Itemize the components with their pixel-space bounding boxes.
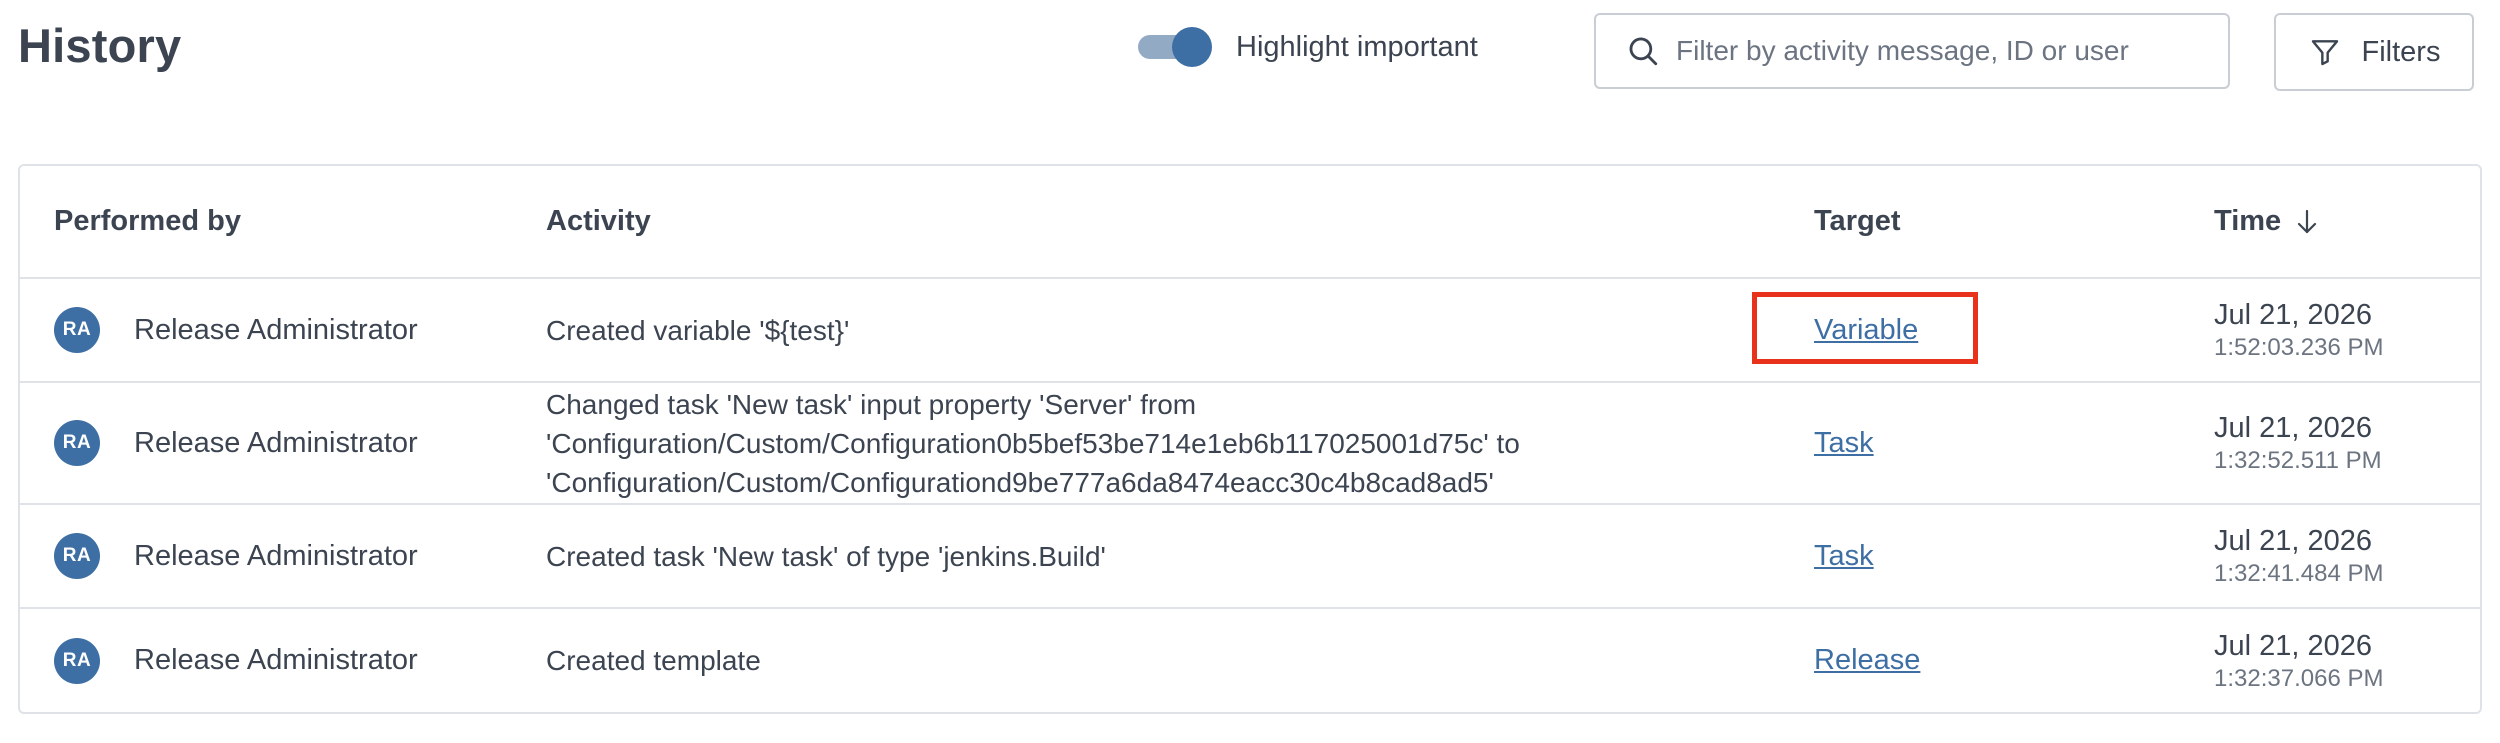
time-date: Jul 21, 2026 xyxy=(2214,629,2373,662)
avatar: RA xyxy=(54,420,100,466)
filters-button-label: Filters xyxy=(2361,35,2441,68)
time-cell: Jul 21, 2026 1:32:37.066 PM xyxy=(2214,609,2383,712)
performed-by-cell: RA Release Administrator xyxy=(54,279,418,381)
time-clock: 1:52:03.236 PM xyxy=(2214,334,2384,361)
activity-text: Created task 'New task' of type 'jenkins… xyxy=(546,540,1106,572)
time-clock: 1:32:52.511 PM xyxy=(2214,447,2382,474)
target-cell: Release xyxy=(1814,609,1920,712)
highlight-important-label: Highlight important xyxy=(1236,30,1478,63)
time-clock: 1:32:41.484 PM xyxy=(2214,560,2384,587)
page-title: History xyxy=(18,19,182,72)
column-header-target: Target xyxy=(1814,205,1901,237)
table-row: RA Release Administrator Changed task 'N… xyxy=(20,383,2480,505)
user-name: Release Administrator xyxy=(134,539,418,572)
column-header-time-label: Time xyxy=(2214,205,2282,237)
user-name: Release Administrator xyxy=(134,644,418,676)
user-name: Release Administrator xyxy=(134,313,418,346)
history-table: Performed by Activity Target Time RA Rel… xyxy=(18,164,2482,714)
filters-button[interactable]: Filters xyxy=(2274,13,2474,91)
column-header-activity: Activity xyxy=(546,205,651,237)
search-input[interactable] xyxy=(1676,35,2206,67)
time-date: Jul 21, 2026 xyxy=(2214,412,2373,444)
activity-cell: Created task 'New task' of type 'jenkins… xyxy=(546,505,1726,607)
performed-by-cell: RA Release Administrator xyxy=(54,609,418,712)
target-cell: Task xyxy=(1814,383,1874,503)
search-icon xyxy=(1624,32,1662,70)
target-link-release[interactable]: Release xyxy=(1814,644,1920,677)
performed-by-cell: RA Release Administrator xyxy=(54,383,418,503)
table-header: Performed by Activity Target Time xyxy=(20,166,2480,279)
target-link-task[interactable]: Task xyxy=(1814,540,1874,573)
time-cell: Jul 21, 2026 1:32:52.511 PM xyxy=(2214,383,2382,503)
time-clock: 1:32:37.066 PM xyxy=(2214,664,2384,692)
avatar: RA xyxy=(54,307,100,353)
target-link-task[interactable]: Task xyxy=(1814,427,1874,460)
activity-cell: Created variable '${test}' xyxy=(546,279,1726,381)
column-header-performed-by: Performed by xyxy=(54,205,241,237)
activity-cell: Created template xyxy=(546,609,1726,712)
time-date: Jul 21, 2026 xyxy=(2214,525,2373,557)
arrow-down-icon xyxy=(2295,207,2321,237)
user-name: Release Administrator xyxy=(134,426,418,459)
activity-text: Changed task 'New task' input property '… xyxy=(546,388,1520,498)
column-header-time[interactable]: Time xyxy=(2214,166,2321,277)
toggle-knob xyxy=(1172,27,1212,67)
target-cell: Variable xyxy=(1814,279,1918,381)
table-row: RA Release Administrator Created templat… xyxy=(20,609,2480,712)
target-link-variable[interactable]: Variable xyxy=(1814,314,1918,347)
search-box[interactable] xyxy=(1594,13,2230,89)
table-row: RA Release Administrator Created variabl… xyxy=(20,279,2480,383)
avatar: RA xyxy=(54,637,100,684)
time-cell: Jul 21, 2026 1:52:03.236 PM xyxy=(2214,279,2383,381)
time-date: Jul 21, 2026 xyxy=(2214,299,2373,331)
activity-text: Created variable '${test}' xyxy=(546,314,850,346)
target-cell: Task xyxy=(1814,505,1874,607)
activity-cell: Changed task 'New task' input property '… xyxy=(546,383,1726,503)
performed-by-cell: RA Release Administrator xyxy=(54,505,418,607)
avatar: RA xyxy=(54,533,100,579)
table-row: RA Release Administrator Created task 'N… xyxy=(20,505,2480,609)
filter-icon xyxy=(2308,35,2342,69)
activity-text: Created template xyxy=(546,645,761,676)
time-cell: Jul 21, 2026 1:32:41.484 PM xyxy=(2214,505,2383,607)
highlight-important-toggle-group: Highlight important xyxy=(1136,20,1478,74)
highlight-important-toggle[interactable] xyxy=(1136,20,1212,74)
